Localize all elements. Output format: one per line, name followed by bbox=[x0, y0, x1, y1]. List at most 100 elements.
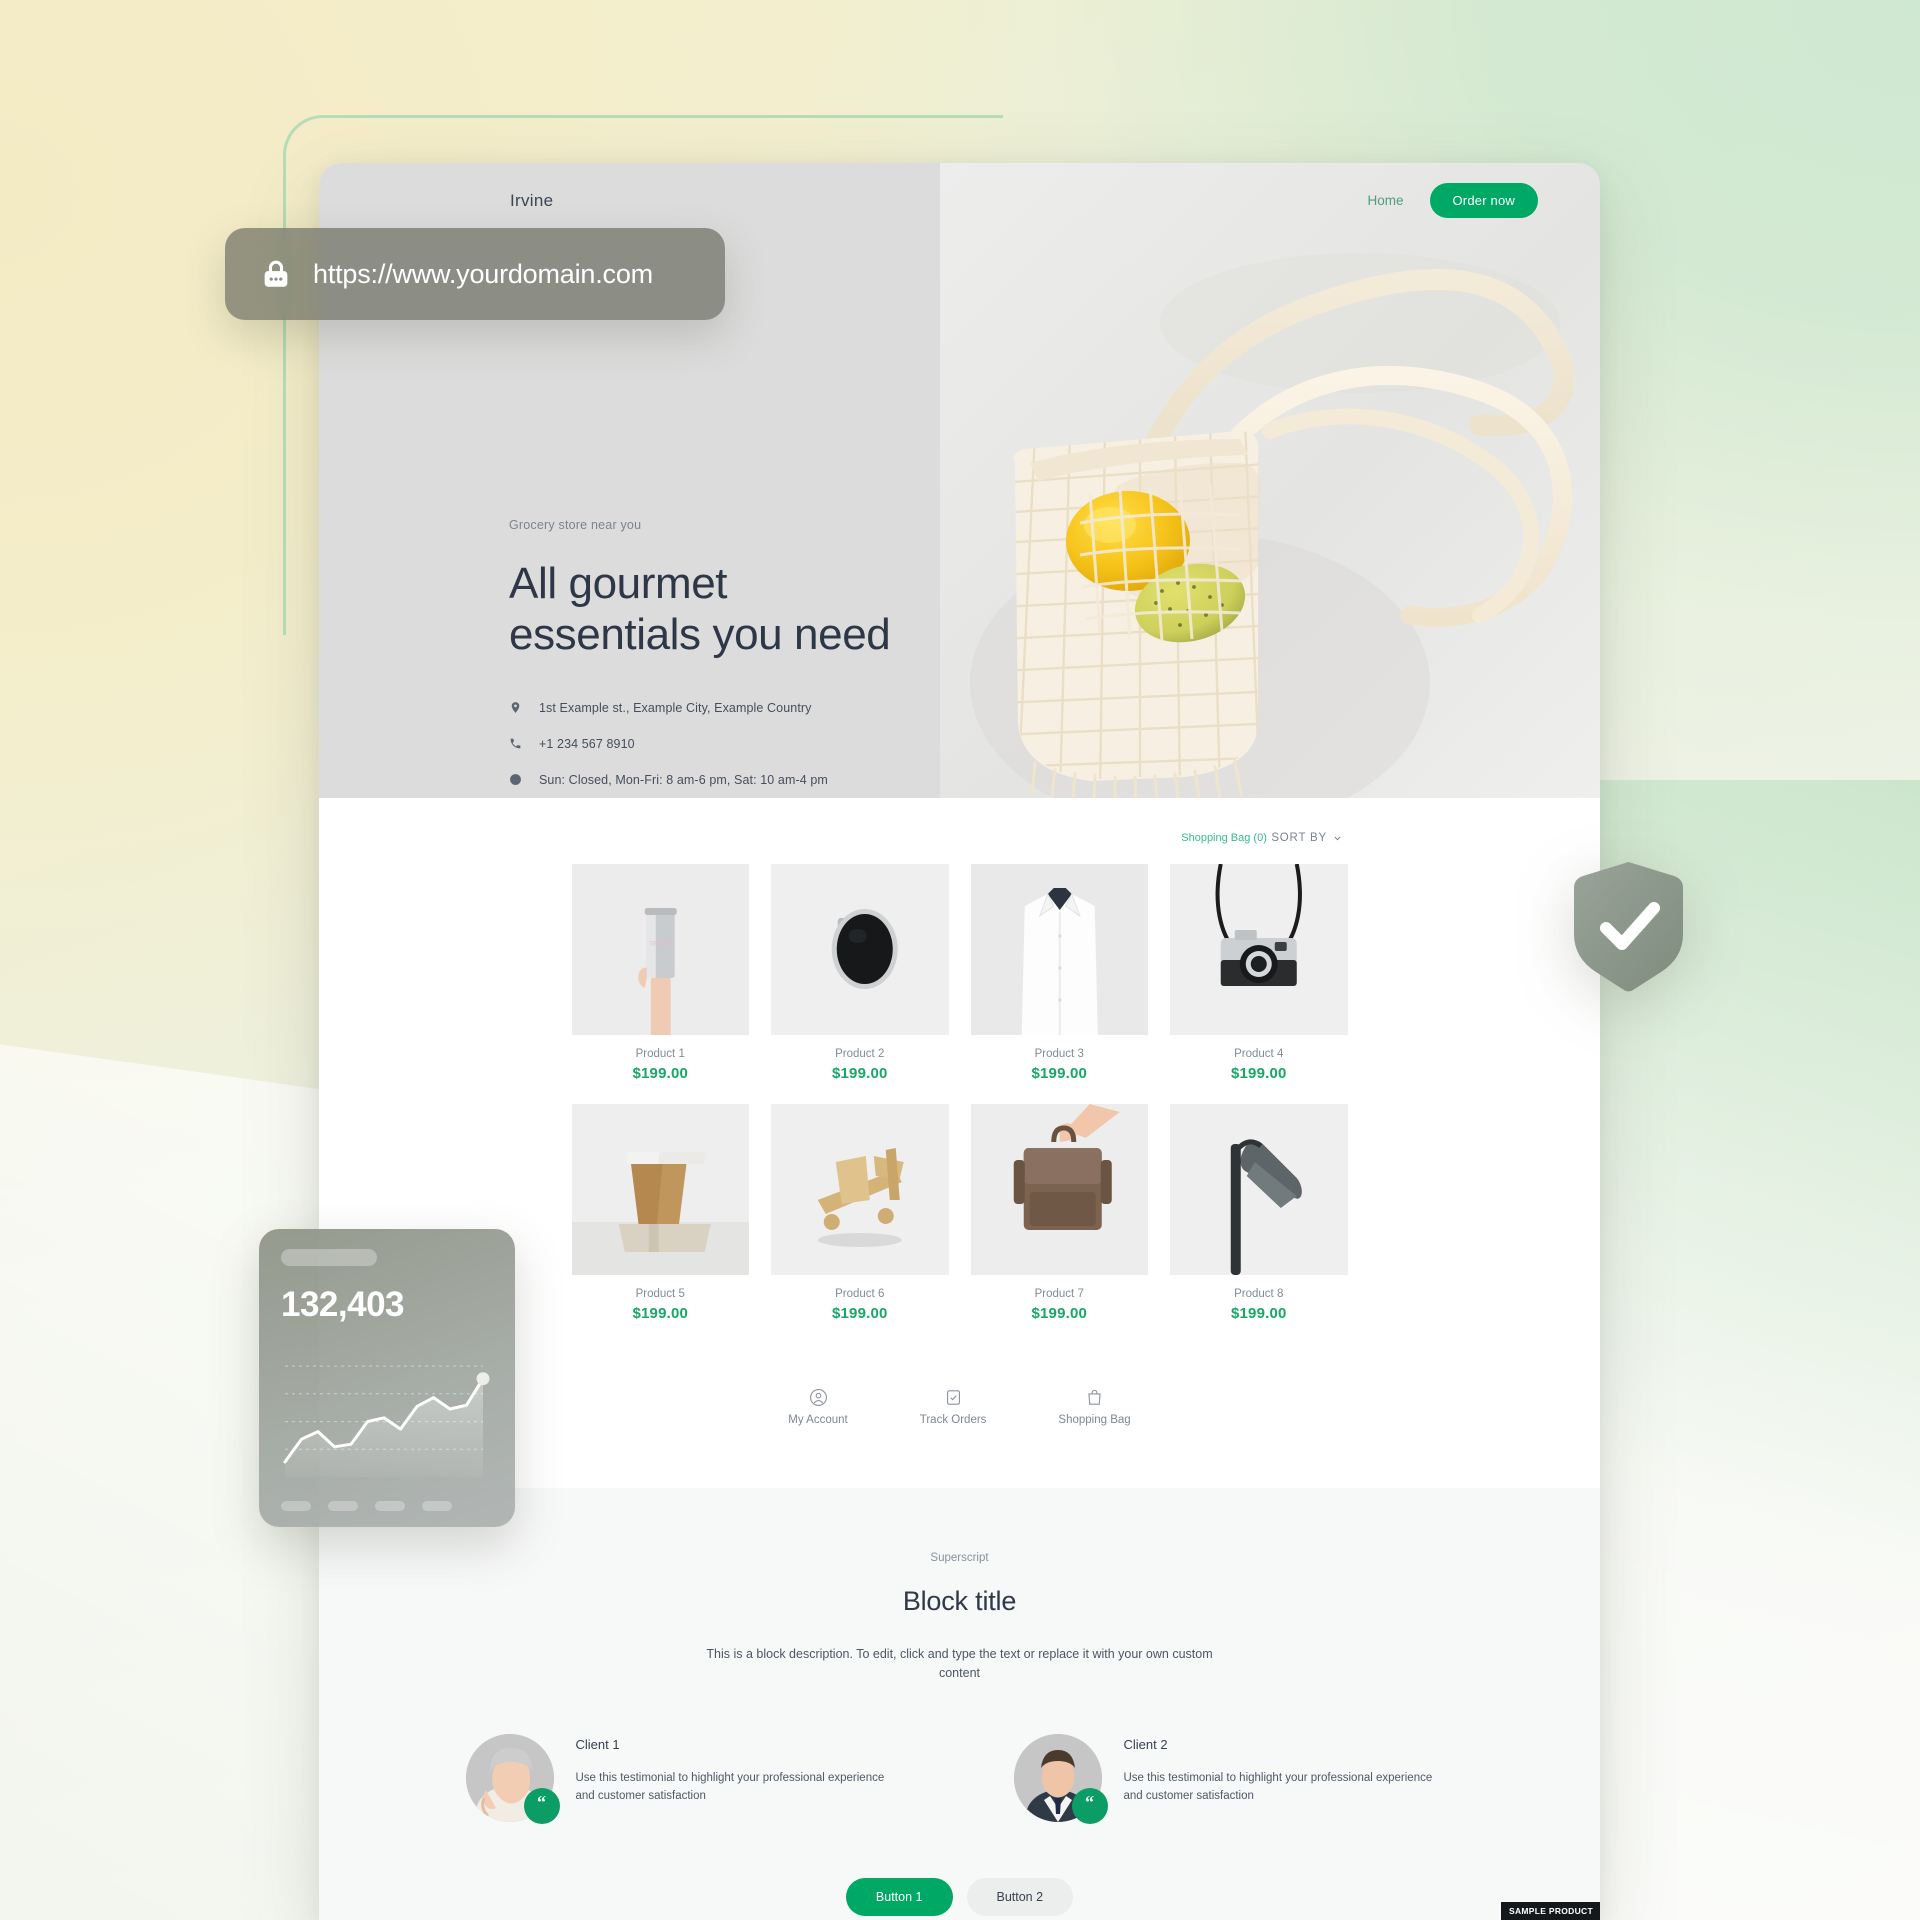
clock-icon bbox=[509, 773, 522, 786]
nav-link-home[interactable]: Home bbox=[1367, 193, 1403, 208]
product-name: Product 3 bbox=[1034, 1048, 1084, 1060]
product-image: TRAVEL bbox=[571, 864, 749, 1035]
nav-my-account[interactable]: My Account bbox=[788, 1388, 848, 1426]
chevron-down-icon bbox=[1334, 836, 1341, 840]
testimonial-avatar-wrap: “ bbox=[1013, 1733, 1108, 1824]
skeleton-title-bar bbox=[281, 1249, 377, 1266]
order-now-button[interactable]: Order now bbox=[1429, 183, 1538, 218]
shopping-bag-icon bbox=[1088, 1389, 1101, 1405]
testimonial-body: Client 1 Use this testimonial to highlig… bbox=[576, 1734, 906, 1822]
block-primary-button[interactable]: Button 1 bbox=[845, 1877, 953, 1916]
site-brand[interactable]: Irvine bbox=[510, 191, 553, 211]
sort-by-label: SORT BY bbox=[1271, 832, 1327, 844]
product-price: $199.00 bbox=[1031, 1305, 1088, 1322]
nav-shopping-bag[interactable]: Shopping Bag bbox=[1058, 1388, 1131, 1426]
header-nav: Home Order now bbox=[1367, 183, 1538, 218]
location-pin-icon bbox=[509, 701, 522, 714]
account-nav: My Account Track Orders Shopping Bag bbox=[381, 1388, 1538, 1488]
product-image bbox=[771, 1104, 949, 1275]
product-price: $199.00 bbox=[831, 1065, 888, 1082]
nav-track-orders[interactable]: Track Orders bbox=[919, 1388, 987, 1426]
testimonial-item: “ Client 2 Use this testimonial to highl… bbox=[1013, 1733, 1454, 1824]
block-section: Superscript Block title This is a block … bbox=[319, 1488, 1600, 1920]
website-mockup-window: Irvine Home Order now Grocery store near… bbox=[319, 163, 1600, 1920]
product-name: Product 5 bbox=[635, 1288, 685, 1300]
product-card[interactable]: SAMPLE PRODUCT Product 6 $199.00 bbox=[771, 1104, 1600, 1920]
testimonial-name: Client 1 bbox=[575, 1736, 620, 1752]
stats-widget: 132,403 bbox=[259, 1229, 515, 1527]
hero-info-hours: Sun: Closed, Mon-Fri: 8 am-6 pm, Sat: 10… bbox=[509, 773, 1069, 787]
product-image bbox=[970, 864, 1148, 1035]
lock-icon bbox=[259, 257, 293, 291]
canvas: Irvine Home Order now Grocery store near… bbox=[0, 0, 1920, 1920]
testimonial-item: “ Client 1 Use this testimonial to highl… bbox=[465, 1733, 906, 1824]
product-image bbox=[1170, 864, 1348, 1035]
svg-text:TRAVEL: TRAVEL bbox=[649, 942, 673, 948]
product-card[interactable]: SAMPLE PRODUCT Product 5 $199.00 bbox=[571, 1104, 1600, 1920]
product-name: Product 8 bbox=[1234, 1288, 1284, 1300]
testimonial-body: Client 2 Use this testimonial to highlig… bbox=[1124, 1734, 1454, 1822]
product-name: Product 1 bbox=[635, 1048, 685, 1060]
sample-product-tag: SAMPLE PRODUCT bbox=[1500, 1902, 1600, 1920]
shopping-bag-link[interactable]: Shopping Bag (0) bbox=[1181, 832, 1267, 844]
nav-my-account-label: My Account bbox=[788, 1414, 848, 1426]
testimonial-text: Use this testimonial to highlight your p… bbox=[1123, 1771, 1433, 1803]
product-image bbox=[771, 864, 949, 1035]
stats-value: 132,403 bbox=[281, 1285, 405, 1324]
skeleton-foot-bar bbox=[422, 1501, 452, 1511]
block-description: This is a block description. To edit, cl… bbox=[706, 1647, 1213, 1681]
product-name: Product 7 bbox=[1034, 1288, 1084, 1300]
product-name: Product 2 bbox=[835, 1048, 885, 1060]
product-card[interactable]: SAMPLE PRODUCT Product 2 $199.00 bbox=[771, 864, 1600, 1920]
product-price: $199.00 bbox=[831, 1305, 888, 1322]
clipboard-check-icon bbox=[946, 1390, 960, 1405]
product-card[interactable]: SAMPLE PRODUCT Product 3 $199.00 bbox=[970, 864, 1600, 1920]
hero-title-line-2: essentials you need bbox=[509, 610, 891, 660]
product-name: Product 6 bbox=[835, 1288, 885, 1300]
hero-eyebrow: Grocery store near you bbox=[509, 518, 642, 532]
skeleton-foot-bar bbox=[281, 1501, 311, 1511]
skeleton-foot-bar bbox=[375, 1501, 405, 1511]
product-card[interactable]: TRAVEL SAMPLE PRODUCT Product 1 $199.00 bbox=[571, 864, 1600, 1920]
shield-check-icon bbox=[1574, 862, 1683, 992]
testimonial-avatar-wrap: “ bbox=[465, 1733, 560, 1824]
hero-hours-text: Sun: Closed, Mon-Fri: 8 am-6 pm, Sat: 10… bbox=[539, 772, 828, 787]
site-header: Irvine Home Order now bbox=[319, 163, 1600, 238]
user-circle-icon bbox=[809, 1389, 827, 1406]
block-secondary-button[interactable]: Button 2 bbox=[966, 1877, 1074, 1916]
hero-info-address: 1st Example st., Example City, Example C… bbox=[509, 701, 1069, 715]
product-card[interactable]: SAMPLE PRODUCT Product 7 $199.00 bbox=[970, 1104, 1600, 1920]
phone-icon bbox=[509, 737, 522, 750]
product-card[interactable]: SAMPLE PRODUCT Product 4 $199.00 bbox=[1170, 864, 1600, 1920]
product-name: Product 4 bbox=[1234, 1048, 1284, 1060]
nav-track-orders-label: Track Orders bbox=[919, 1414, 987, 1426]
block-superscript: Superscript bbox=[930, 1552, 989, 1564]
product-image bbox=[571, 1104, 749, 1275]
url-bar-overlay[interactable]: https://www.yourdomain.com bbox=[225, 228, 725, 320]
url-text: https://www.yourdomain.com bbox=[313, 258, 653, 289]
product-image bbox=[970, 1104, 1148, 1275]
shield-check-badge bbox=[1562, 858, 1695, 998]
shop-meta: Shopping Bag (0) SORT BY bbox=[381, 820, 1538, 846]
testimonial-name: Client 2 bbox=[1123, 1736, 1168, 1752]
hero-title: All gourmet essentials you need bbox=[509, 558, 1069, 661]
quote-icon: “ bbox=[523, 1787, 560, 1824]
product-card[interactable]: SAMPLE PRODUCT Product 8 $199.00 bbox=[1170, 1104, 1600, 1920]
sparkline-chart bbox=[281, 1341, 493, 1491]
hero-phone-text: +1 234 567 8910 bbox=[539, 736, 635, 751]
sort-by-dropdown[interactable]: SORT BY bbox=[1271, 832, 1342, 844]
product-price: $199.00 bbox=[1230, 1065, 1287, 1082]
product-price: $199.00 bbox=[1031, 1065, 1088, 1082]
skeleton-footer-bars bbox=[281, 1501, 493, 1511]
quote-icon: “ bbox=[1071, 1787, 1108, 1824]
product-price: $199.00 bbox=[632, 1065, 689, 1082]
product-price: $199.00 bbox=[1230, 1305, 1287, 1322]
nav-shopping-bag-label: Shopping Bag bbox=[1058, 1414, 1131, 1426]
product-price: $199.00 bbox=[632, 1305, 689, 1322]
testimonial-text: Use this testimonial to highlight your p… bbox=[575, 1771, 885, 1803]
block-title: Block title bbox=[902, 1586, 1017, 1616]
hero-info-phone: +1 234 567 8910 bbox=[509, 737, 1069, 751]
testimonial-list: “ Client 1 Use this testimonial to highl… bbox=[381, 1733, 1538, 1824]
hero-content: Grocery store near you All gourmet essen… bbox=[509, 518, 1069, 798]
product-image bbox=[1170, 1104, 1348, 1275]
